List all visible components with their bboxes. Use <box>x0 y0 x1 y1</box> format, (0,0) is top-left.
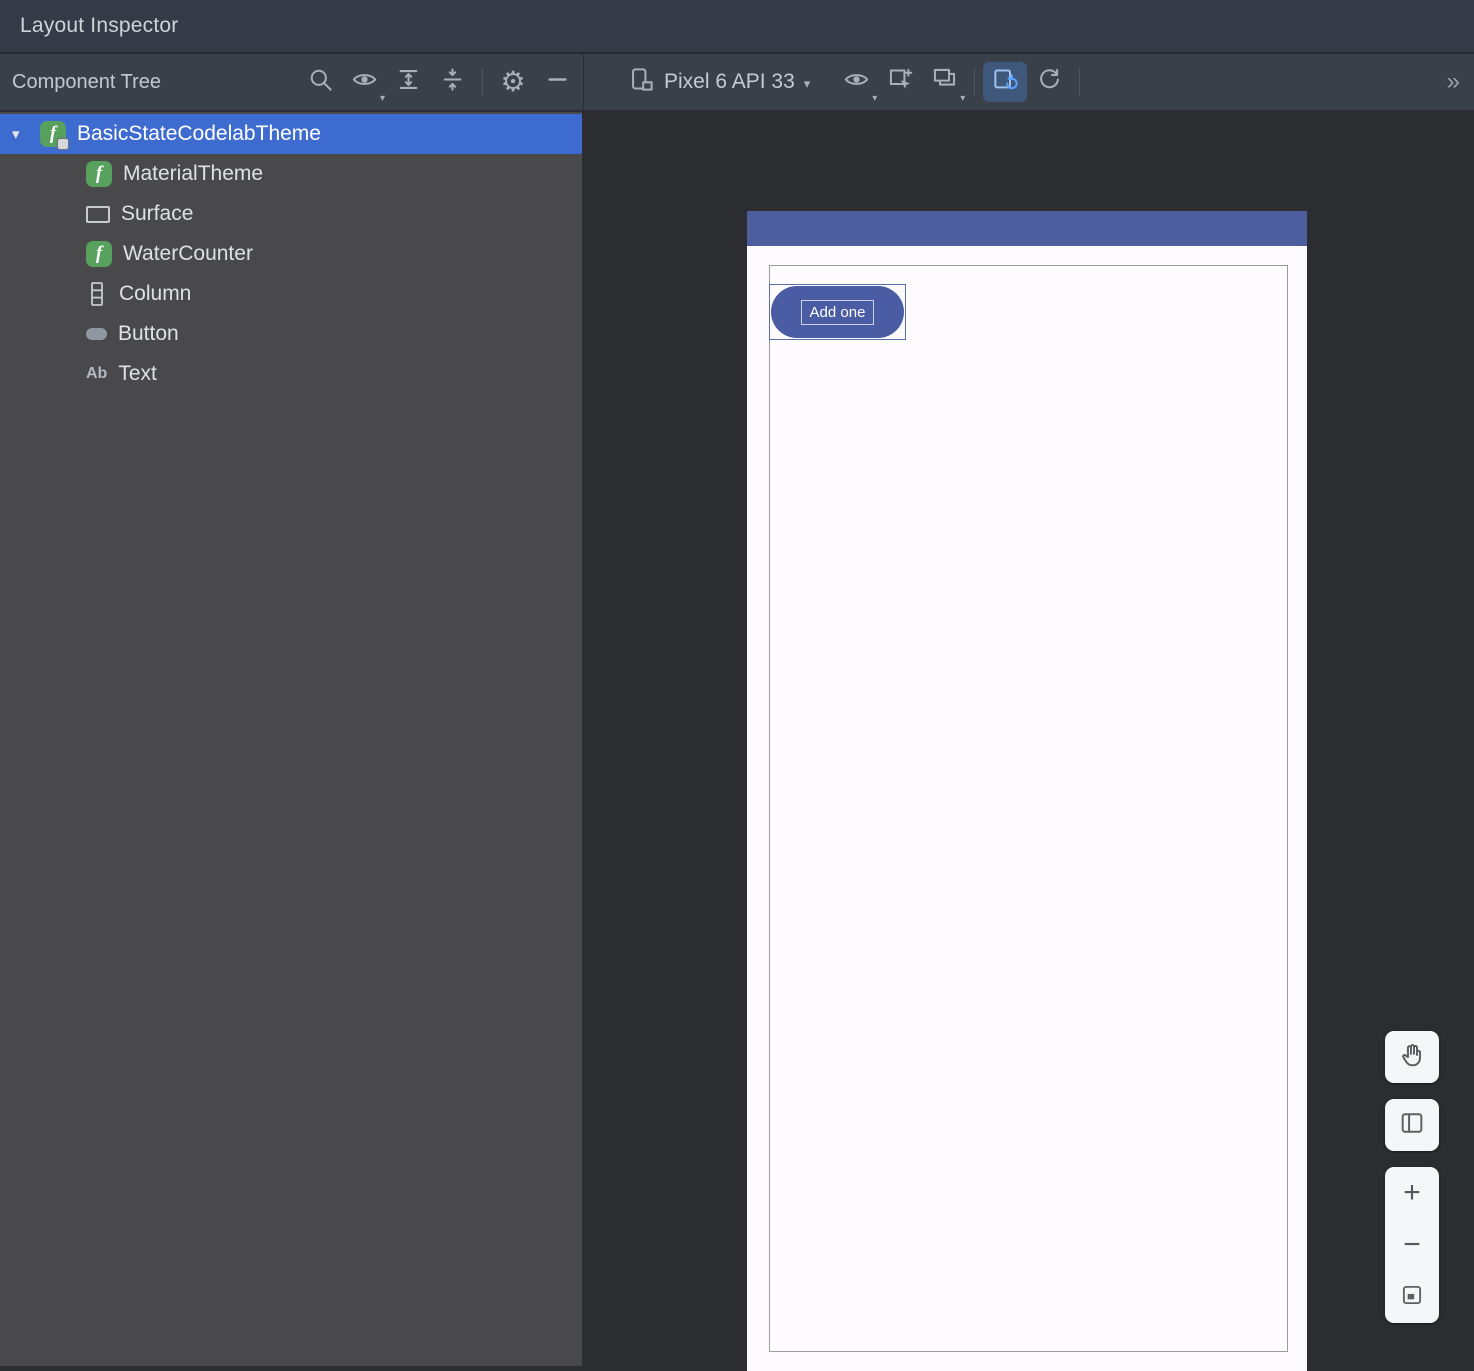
minus-icon: − <box>1403 1228 1421 1261</box>
button-selection-bounds: Add one <box>769 284 906 340</box>
tree-row-text[interactable]: Ab Text <box>0 354 582 394</box>
composable-icon: f <box>40 121 69 150</box>
toolbar: Component Tree ▾ ⚙ Pixel 6 API 33 ▾ ▾ ▾ … <box>0 54 1474 111</box>
pick-component-button[interactable] <box>878 62 922 102</box>
layout-3d-icon <box>1398 1109 1426 1142</box>
zoom-in-button[interactable]: + <box>1385 1167 1439 1219</box>
device-statusbar <box>747 211 1307 246</box>
toolbar-separator <box>482 68 483 96</box>
toolbar-separator <box>1079 68 1081 96</box>
chevron-down-icon: ▾ <box>960 93 966 104</box>
expand-all-button[interactable] <box>386 62 430 102</box>
composable-glyph: f <box>95 243 103 264</box>
tree-item-label: BasicStateCodelabTheme <box>77 122 321 145</box>
hide-panel-button[interactable] <box>535 62 579 102</box>
column-icon <box>86 281 108 307</box>
settings-button[interactable]: ⚙ <box>491 62 535 102</box>
plus-icon: + <box>1403 1176 1421 1209</box>
text-icon: Ab <box>86 365 108 382</box>
chevron-down-icon: ▾ <box>803 75 811 91</box>
fit-screen-icon <box>1399 1282 1425 1313</box>
zoom-controls: + − <box>1385 1167 1439 1323</box>
device-canvas: Add one + − <box>584 112 1474 1371</box>
toolbar-separator <box>974 68 976 96</box>
chevron-down-icon: ▾ <box>872 93 878 104</box>
view-options-button[interactable]: ▾ <box>342 62 386 104</box>
tree-row-button[interactable]: Button <box>0 314 582 354</box>
refresh-button[interactable] <box>1027 62 1071 102</box>
collapse-all-button[interactable] <box>430 62 474 102</box>
chevron-down-icon[interactable]: ▾ <box>12 125 40 143</box>
toggle-overlay-button[interactable]: ▾ <box>834 62 878 104</box>
toolbar-overflow-button[interactable]: » <box>1447 68 1460 96</box>
device-icon <box>628 66 655 98</box>
tree-item-label: Column <box>119 282 192 305</box>
component-tree-title: Component Tree <box>12 70 161 93</box>
composable-icon: f <box>86 161 112 187</box>
minus-icon <box>544 66 571 98</box>
composable-glyph: f <box>49 123 57 144</box>
eye-icon <box>351 66 378 98</box>
titlebar: Layout Inspector <box>0 0 1474 53</box>
collapse-all-icon <box>439 66 466 98</box>
zoom-fit-button[interactable] <box>1385 1271 1439 1323</box>
tree-row-column[interactable]: Column <box>0 274 582 314</box>
search-button[interactable] <box>298 62 342 102</box>
device-selector[interactable]: Pixel 6 API 33 ▾ <box>620 62 818 102</box>
add-one-button-label: Add one <box>800 299 875 325</box>
add-one-button[interactable]: Add one <box>771 286 904 338</box>
refresh-icon <box>1036 66 1063 98</box>
layers-icon <box>931 66 958 98</box>
tree-row-surface[interactable]: Surface <box>0 194 582 234</box>
tree-row-materialtheme[interactable]: f MaterialTheme <box>0 154 582 194</box>
chevron-down-icon: ▾ <box>379 93 385 104</box>
rotate-3d-mode-button[interactable] <box>1385 1099 1439 1151</box>
composable-root-badge-icon <box>57 138 69 150</box>
live-updates-toggle[interactable] <box>983 62 1028 102</box>
search-icon <box>307 66 334 98</box>
zoom-out-button[interactable]: − <box>1385 1219 1439 1271</box>
surface-icon <box>86 205 110 223</box>
snapshot-layers-button[interactable]: ▾ <box>922 62 966 104</box>
layout-inspector-window: Layout Inspector Component Tree ▾ ⚙ Pixe… <box>0 0 1474 1371</box>
live-updates-icon <box>992 66 1019 98</box>
pick-component-icon <box>887 66 914 98</box>
tree-item-label: MaterialTheme <box>123 162 264 185</box>
pan-mode-button[interactable] <box>1385 1031 1439 1083</box>
device-label: Pixel 6 API 33 <box>664 70 795 93</box>
expand-all-icon <box>395 66 422 98</box>
component-tree-toolbar: Component Tree ▾ ⚙ <box>0 54 584 110</box>
composable-icon: f <box>86 241 112 267</box>
device-render[interactable]: Add one <box>747 211 1307 1371</box>
component-tree-panel: ▾ f BasicStateCodelabTheme f MaterialThe… <box>0 112 583 1366</box>
tree-item-label: Text <box>118 362 157 385</box>
tree-row-watercounter[interactable]: f WaterCounter <box>0 234 582 274</box>
eye-icon <box>843 66 870 98</box>
window-title: Layout Inspector <box>20 14 179 37</box>
tree-item-label: Button <box>118 322 179 345</box>
composable-glyph: f <box>95 163 103 184</box>
device-toolbar: Pixel 6 API 33 ▾ ▾ ▾ » <box>584 54 1474 110</box>
button-icon <box>86 328 107 340</box>
column-layout-bounds <box>769 265 1288 1352</box>
tree-item-label: Surface <box>121 202 194 225</box>
tree-row-basicstatecodelabtheme[interactable]: ▾ f BasicStateCodelabTheme <box>0 114 582 154</box>
tree-item-label: WaterCounter <box>123 242 253 265</box>
gear-icon: ⚙ <box>500 66 526 97</box>
hand-icon <box>1398 1041 1426 1074</box>
